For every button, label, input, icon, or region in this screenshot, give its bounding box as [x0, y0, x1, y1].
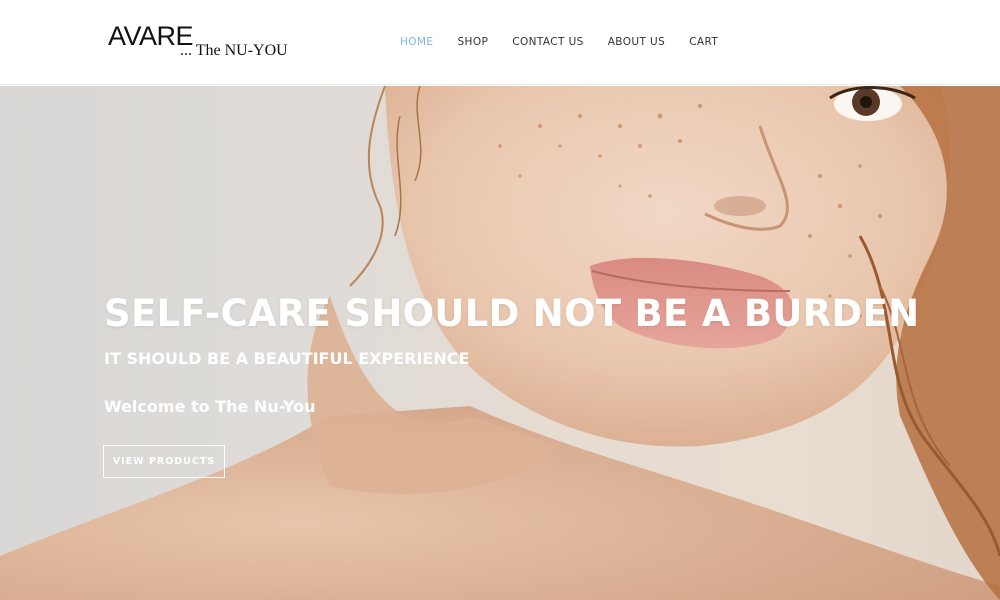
logo-tagline: ... The NU-YOU: [180, 42, 288, 59]
brand-logo[interactable]: AVARE ... The NU-YOU: [108, 20, 288, 64]
main-nav: HOME SHOP CONTACT US ABOUT US CART: [400, 35, 742, 49]
nav-item-cart[interactable]: CART: [689, 35, 718, 49]
nav-item-about-us[interactable]: ABOUT US: [608, 35, 665, 49]
hero-portrait-image: [0, 86, 1000, 600]
hero-subtitle: IT SHOULD BE A BEAUTIFUL EXPERIENCE: [104, 349, 470, 368]
nav-item-contact-us[interactable]: CONTACT US: [512, 35, 583, 49]
site-header: AVARE ... The NU-YOU HOME SHOP CONTACT U…: [0, 0, 1000, 85]
hero-welcome-text: Welcome to The Nu-You: [104, 397, 316, 416]
hero-banner: SELF-CARE SHOULD NOT BE A BURDEN IT SHOU…: [0, 86, 1000, 600]
view-products-button[interactable]: VIEW PRODUCTS: [103, 445, 225, 478]
nav-item-home[interactable]: HOME: [400, 35, 433, 49]
hero-title: SELF-CARE SHOULD NOT BE A BURDEN: [104, 292, 920, 335]
nav-item-shop[interactable]: SHOP: [457, 35, 488, 49]
